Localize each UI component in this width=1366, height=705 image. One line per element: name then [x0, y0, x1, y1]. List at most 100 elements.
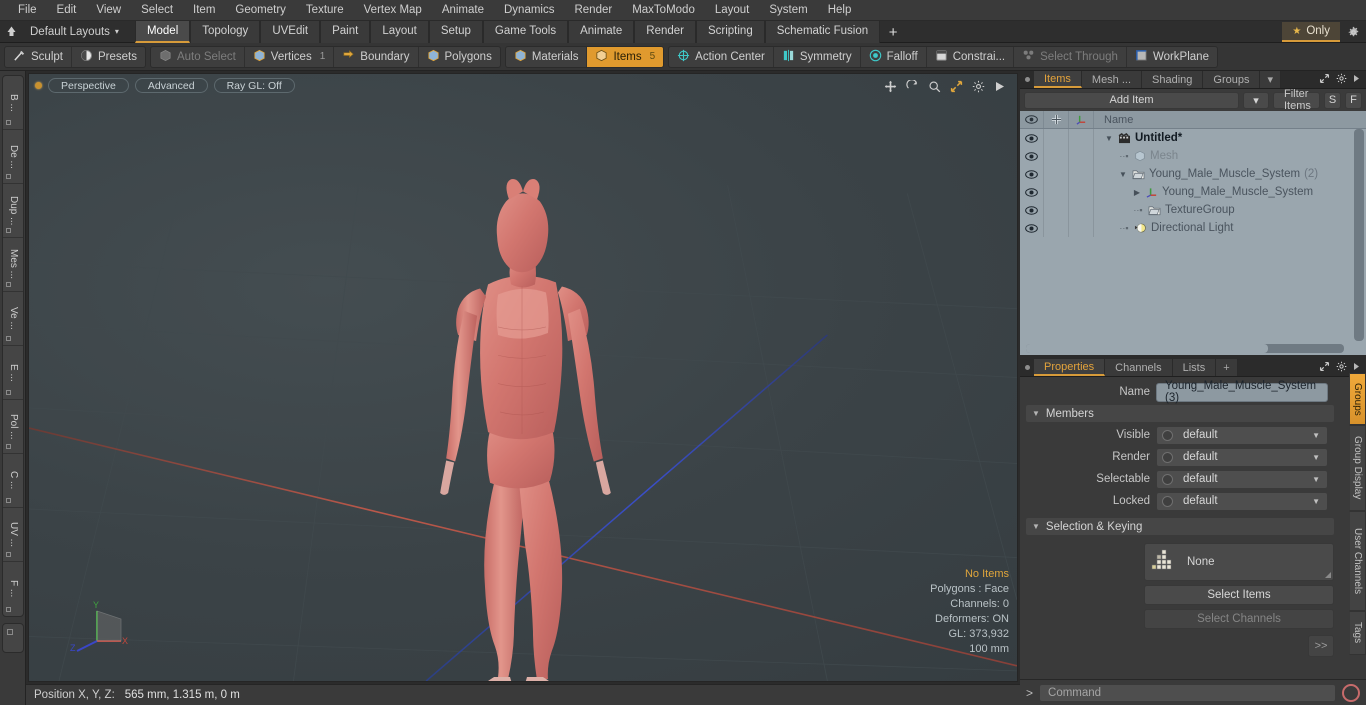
tree-twist-icon[interactable]: ▼ — [1118, 170, 1128, 179]
mode-button-vertices[interactable]: Vertices 1 — [245, 46, 335, 67]
add-cell[interactable] — [1044, 183, 1069, 201]
menu-item-select[interactable]: Select — [131, 0, 183, 21]
home-icon[interactable] — [0, 21, 22, 43]
axis-cell[interactable] — [1069, 201, 1094, 219]
eye-icon[interactable] — [1020, 129, 1044, 147]
left-tool-tab-8[interactable]: UV ... — [2, 508, 23, 562]
axis-cell[interactable] — [1069, 183, 1094, 201]
menu-item-edit[interactable]: Edit — [47, 0, 87, 21]
panel-tab-mesh[interactable]: Mesh ... — [1081, 71, 1143, 88]
add-cell[interactable] — [1044, 147, 1069, 165]
item-tree-vertical-scrollbar[interactable] — [1354, 129, 1364, 341]
only-toggle-button[interactable]: ★ Only — [1282, 22, 1340, 42]
selection-set-box[interactable]: None — [1144, 543, 1334, 581]
property-enable-toggle[interactable] — [1162, 429, 1173, 441]
left-tool-tab-0[interactable]: B ... — [2, 76, 23, 130]
mode-button-falloff[interactable]: Falloff — [861, 46, 927, 67]
mode-button-constrai[interactable]: Constrai... — [927, 46, 1015, 67]
mode-button-symmetry[interactable]: Symmetry — [774, 46, 861, 67]
menu-item-item[interactable]: Item — [183, 0, 225, 21]
eye-icon[interactable] — [1020, 183, 1044, 201]
menu-item-system[interactable]: System — [759, 0, 817, 21]
left-tool-tab-6[interactable]: Pol ... — [2, 400, 23, 454]
add-panel-tab-button[interactable]: + — [1216, 359, 1238, 376]
left-tool-tab-3[interactable]: Mes ... — [2, 238, 23, 292]
mode-button-materials[interactable]: Materials — [506, 46, 588, 67]
name-field[interactable]: Young_Male_Muscle_System (3) — [1156, 380, 1328, 404]
property-dropdown-render[interactable]: default ▼ — [1156, 447, 1328, 467]
item-tree-row[interactable]: ▼ Young_Male_Muscle_System (2) — [1020, 165, 1366, 183]
left-tool-tab-1[interactable]: De ... — [2, 130, 23, 184]
item-tree-row[interactable]: ▼ Untitled* — [1020, 129, 1366, 147]
menu-item-render[interactable]: Render — [564, 0, 622, 21]
menu-item-vertex-map[interactable]: Vertex Map — [354, 0, 432, 21]
property-dropdown-visible[interactable]: default ▼ — [1156, 425, 1328, 445]
mode-button-workplane[interactable]: WorkPlane — [1127, 47, 1217, 67]
axis-cell[interactable] — [1069, 219, 1094, 237]
property-enable-toggle[interactable] — [1162, 473, 1173, 485]
panel-tab-lists[interactable]: Lists — [1172, 359, 1217, 376]
gear-icon[interactable] — [971, 79, 985, 93]
mode-button-items[interactable]: Items 5 — [587, 46, 664, 67]
eye-icon[interactable] — [1020, 165, 1044, 183]
eye-icon[interactable] — [1020, 147, 1044, 165]
add-cell[interactable] — [1044, 129, 1069, 147]
panel-tab-properties[interactable]: Properties — [1034, 359, 1106, 376]
property-enable-toggle[interactable] — [1162, 451, 1173, 463]
mode-button-auto-select[interactable]: Auto Select — [151, 46, 245, 67]
default-layouts-selector[interactable]: Default Layouts ▾ — [22, 26, 127, 38]
viewport-pill-raygl[interactable]: Ray GL: Off — [213, 78, 295, 93]
command-input[interactable]: Command — [1039, 683, 1336, 702]
side-tab-group-display[interactable]: Group Display — [1349, 425, 1366, 511]
property-dropdown-selectable[interactable]: default ▼ — [1156, 469, 1328, 489]
menu-item-geometry[interactable]: Geometry — [225, 0, 296, 21]
expand-icon[interactable] — [1319, 361, 1330, 375]
add-workspace-tab-button[interactable]: + — [880, 23, 906, 43]
selection-keying-section-header[interactable]: ▼ Selection & Keying — [1026, 518, 1334, 535]
zoom-icon[interactable] — [927, 79, 941, 93]
gear-icon[interactable] — [1336, 361, 1347, 375]
axis-cell[interactable] — [1069, 165, 1094, 183]
workspace-tab-scripting[interactable]: Scripting — [695, 20, 765, 43]
workspace-tab-model[interactable]: Model — [134, 20, 191, 43]
item-tree-row[interactable]: ··▪ Directional Light — [1020, 219, 1366, 237]
property-enable-toggle[interactable] — [1162, 495, 1173, 507]
fit-icon[interactable] — [949, 79, 963, 93]
panel-menu-icon[interactable] — [1020, 359, 1034, 376]
workspace-tab-setup[interactable]: Setup — [428, 20, 483, 43]
menu-item-file[interactable]: File — [8, 0, 47, 21]
menu-item-texture[interactable]: Texture — [296, 0, 354, 21]
expand-icon[interactable] — [1319, 73, 1330, 87]
menu-item-layout[interactable]: Layout — [705, 0, 760, 21]
add-item-dropdown[interactable]: ▾ — [1243, 91, 1269, 109]
rotate-icon[interactable] — [905, 79, 919, 93]
filter-f-button[interactable]: F — [1345, 91, 1362, 109]
gear-icon[interactable] — [1336, 73, 1347, 87]
panel-resize-handle[interactable] — [6, 629, 13, 635]
workspace-tab-layout[interactable]: Layout — [370, 20, 429, 43]
left-extra-panel[interactable] — [1, 623, 24, 653]
panel-tab-items[interactable]: Items — [1034, 71, 1082, 88]
side-tab-groups[interactable]: Groups — [1349, 373, 1366, 425]
filter-items-input[interactable]: Filter Items — [1273, 88, 1320, 112]
panel-tab-channels[interactable]: Channels — [1105, 359, 1173, 376]
panel-tab-overflow-caret[interactable]: ▾ — [1260, 71, 1282, 88]
select-items-button[interactable]: Select Items — [1144, 585, 1334, 605]
menu-item-animate[interactable]: Animate — [432, 0, 494, 21]
left-tool-tab-9[interactable]: F ... — [3, 562, 23, 616]
panel-menu-icon[interactable] — [1020, 71, 1034, 88]
panel-tab-shading[interactable]: Shading — [1142, 71, 1204, 88]
tree-twist-icon[interactable]: ▼ — [1104, 134, 1114, 143]
add-cell[interactable] — [1044, 165, 1069, 183]
record-icon[interactable] — [1342, 683, 1360, 702]
menu-item-maxtomodo[interactable]: MaxToModo — [622, 0, 705, 21]
left-tool-tab-7[interactable]: C ... — [2, 454, 23, 508]
expand-properties-button[interactable]: >> — [1308, 635, 1334, 657]
menu-item-view[interactable]: View — [86, 0, 131, 21]
item-tree[interactable]: Name ▼ Untitled* ··▪ Mesh ▼ Young_Male_Muscle… — [1020, 111, 1366, 355]
gear-icon[interactable] — [1340, 21, 1366, 43]
3d-viewport[interactable]: Perspective Advanced Ray GL: Off Y X Z N… — [28, 73, 1018, 682]
add-cell[interactable] — [1044, 201, 1069, 219]
item-tree-row[interactable]: ··▪ Mesh — [1020, 147, 1366, 165]
arrow-right-icon[interactable] — [1353, 74, 1360, 86]
